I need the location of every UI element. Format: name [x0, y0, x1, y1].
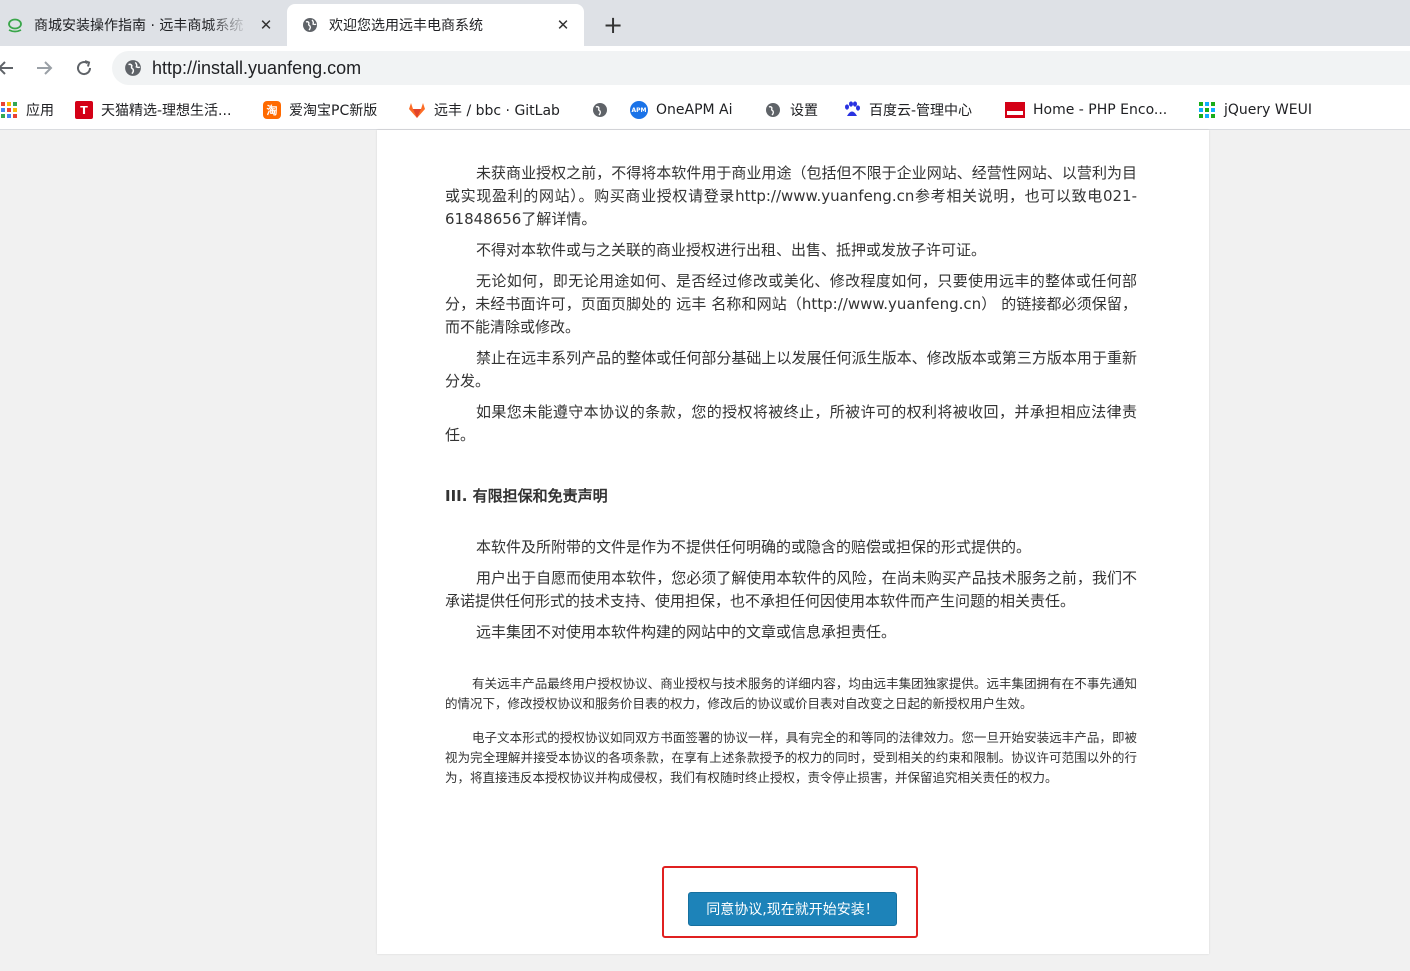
forward-button[interactable] [30, 54, 58, 82]
bookmark-gitlab[interactable]: 远丰 / bbc · GitLab [408, 90, 560, 130]
license-paragraph: 禁止在远丰系列产品的整体或任何部分基础上以发展任何派生版本、修改版本或第三方版本… [445, 349, 1137, 390]
license-paragraph: 远丰集团不对使用本软件构建的网站中的文章或信息承担责任。 [476, 623, 897, 641]
bookmark-apps[interactable]: 应用 [0, 90, 54, 130]
license-paragraph: 本软件及所附带的文件是作为不提供任何明确的或隐含的赔偿或担保的形式提供的。 [476, 538, 1032, 556]
bookmark-jquery-weui[interactable]: jQuery WEUI [1198, 90, 1312, 130]
close-tab-icon[interactable]: ✕ [552, 14, 574, 36]
php-encoder-icon [1005, 101, 1025, 119]
gitlab-icon [408, 101, 426, 119]
tmall-icon: T [75, 101, 93, 119]
bookmark-baidu-cloud[interactable]: 百度云-管理中心 [843, 90, 972, 130]
bookmark-tmall[interactable]: T 天猫精选-理想生活... [75, 90, 231, 130]
bookmark-label: OneAPM Ai [656, 102, 733, 118]
taobao-icon: 淘 [263, 101, 281, 119]
bookmark-label: 百度云-管理中心 [869, 103, 973, 119]
cloud-icon [6, 16, 24, 34]
globe-icon [764, 101, 782, 119]
close-tab-icon[interactable]: ✕ [255, 14, 277, 36]
arrow-left-icon [0, 61, 13, 75]
site-info-icon[interactable] [124, 59, 142, 77]
bookmark-oneapm[interactable]: APM OneAPM Ai [630, 90, 733, 130]
globe-icon [591, 101, 609, 119]
address-bar[interactable]: http://install.yuanfeng.com [112, 51, 1410, 85]
oneapm-icon: APM [630, 101, 648, 119]
url-text[interactable]: http://install.yuanfeng.com [152, 58, 361, 79]
back-button[interactable] [0, 54, 20, 82]
license-paragraph: 用户出于自愿而使用本软件，您必须了解使用本软件的风险，在尚未购买产品技术服务之前… [445, 569, 1137, 610]
agree-and-install-button[interactable]: 同意协议,现在就开始安装！ [688, 892, 897, 926]
bookmark-label: jQuery WEUI [1224, 102, 1312, 118]
tab-welcome[interactable]: 欢迎您选用远丰电商系统 ✕ [287, 4, 584, 46]
license-paragraph: 无论如何，即无论用途如何、是否经过修改或美化、修改程度如何，只要使用远丰的整体或… [445, 272, 1137, 336]
tab-strip: 商城安装操作指南 · 远丰商城系统 ✕ 欢迎您选用远丰电商系统 ✕ + [0, 0, 1410, 46]
license-note: 有关远丰产品最终用户授权协议、商业授权与技术服务的详细内容，均由远丰集团独家提供… [445, 676, 1137, 711]
tab-title: 商城安装操作指南 · 远丰商城系统 [34, 18, 244, 34]
bookmark-label: 应用 [26, 103, 54, 119]
license-card: 未获商业授权之前，不得将本软件用于商业用途（包括但不限于企业网站、经营性网站、以… [377, 130, 1209, 954]
arrow-right-icon [37, 61, 53, 75]
reload-icon [77, 60, 92, 76]
bookmark-globe[interactable] [591, 90, 617, 130]
globe-icon [301, 16, 319, 34]
bookmark-label: Home - PHP Enco... [1033, 102, 1168, 118]
tab-title: 欢迎您选用远丰电商系统 [329, 18, 483, 34]
bookmark-label: 爱淘宝PC新版 [289, 103, 378, 119]
license-agreement-text[interactable]: 未获商业授权之前，不得将本软件用于商业用途（包括但不限于企业网站、经营性网站、以… [445, 162, 1137, 788]
browser-toolbar: http://install.yuanfeng.com [0, 46, 1410, 90]
section-heading: III. 有限担保和免责声明 [445, 487, 608, 505]
bookmarks-bar: 应用 T 天猫精选-理想生活... 淘 爱淘宝PC新版 远丰 / bbc · G… [0, 90, 1410, 130]
bookmark-label: 设置 [790, 103, 818, 119]
bookmark-taobao[interactable]: 淘 爱淘宝PC新版 [263, 90, 377, 130]
bookmark-label: 远丰 / bbc · GitLab [434, 103, 560, 119]
license-paragraph: 未获商业授权之前，不得将本软件用于商业用途（包括但不限于企业网站、经营性网站、以… [445, 164, 1137, 228]
bookmark-label: 天猫精选-理想生活... [101, 103, 232, 119]
license-paragraph: 不得对本软件或与之关联的商业授权进行出租、出售、抵押或发放子许可证。 [476, 241, 987, 259]
bookmark-php-encoder[interactable]: Home - PHP Enco... [1005, 90, 1167, 130]
reload-button[interactable] [70, 54, 98, 82]
new-tab-button[interactable]: + [598, 10, 628, 40]
weui-icon [1198, 101, 1216, 119]
apps-grid-icon [0, 101, 18, 119]
bookmark-settings[interactable]: 设置 [764, 90, 818, 130]
license-note: 电子文本形式的授权协议如同双方书面签署的协议一样，具有完全的和等同的法律效力。您… [445, 730, 1137, 785]
license-paragraph: 如果您未能遵守本协议的条款，您的授权将被终止，所被许可的权利将被收回，并承担相应… [445, 403, 1137, 444]
tab-install-guide[interactable]: 商城安装操作指南 · 远丰商城系统 ✕ [0, 4, 285, 46]
baidu-icon [843, 101, 861, 119]
